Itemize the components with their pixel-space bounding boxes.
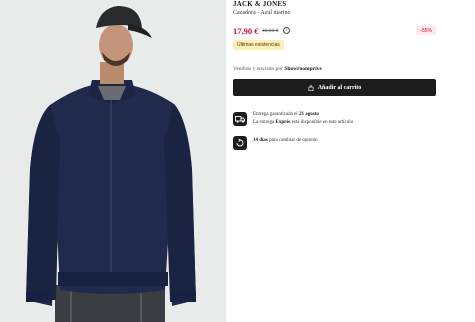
delivery-date: 21 agosto (298, 112, 319, 117)
brand-name[interactable]: JACK & JONES (233, 0, 286, 8)
stock-badge: Últimas existencias (233, 40, 284, 50)
product-image[interactable] (0, 0, 226, 322)
delivery-guarantee-text: Entrega garantizada el (253, 112, 298, 117)
express-label: Exprés (275, 120, 291, 125)
product-info-panel: JACK & JONES Cazadora - Azul marino 17,9… (233, 0, 436, 322)
delivery-info: Entrega garantizada el 21 agosto La entr… (233, 110, 436, 128)
old-price: 40,00 € (262, 28, 279, 34)
product-subtitle: Cazadora - Azul marino (233, 10, 291, 16)
delivery-truck-icon (233, 112, 247, 126)
model-jacket-illustration (0, 0, 226, 322)
returns-info: 14 días para cambiar de opinión (233, 134, 436, 150)
add-to-cart-label: Añadir al carrito (317, 84, 362, 91)
returns-text: 14 días para cambiar de opinión (253, 138, 318, 143)
returns-days: 14 días (253, 138, 268, 143)
seller-name: Showroomprive (284, 66, 322, 72)
express-prefix: La entrega (253, 120, 275, 125)
express-suffix: está disponible en este artículo (291, 120, 354, 125)
add-to-cart-button[interactable]: Añadir al carrito (233, 79, 436, 96)
seller-line: Vendido y enviado por Showroomprive (233, 66, 322, 72)
info-icon[interactable]: i (283, 27, 290, 34)
returns-description: para cambiar de opinión (269, 138, 318, 143)
delivery-line-2: La entrega Exprés está disponible en est… (253, 119, 353, 127)
current-price: 17,90 € (233, 26, 259, 36)
delivery-line-1: Entrega garantizada el 21 agosto (253, 111, 353, 119)
shopping-bag-icon (308, 84, 314, 91)
discount-badge: -55% (416, 26, 436, 35)
seller-prefix: Vendido y enviado por (233, 66, 283, 72)
return-arrow-icon (233, 136, 247, 150)
price-row: 17,90 € 40,00 € i -55% (233, 26, 436, 36)
delivery-text: Entrega garantizada el 21 agosto La entr… (253, 111, 353, 127)
